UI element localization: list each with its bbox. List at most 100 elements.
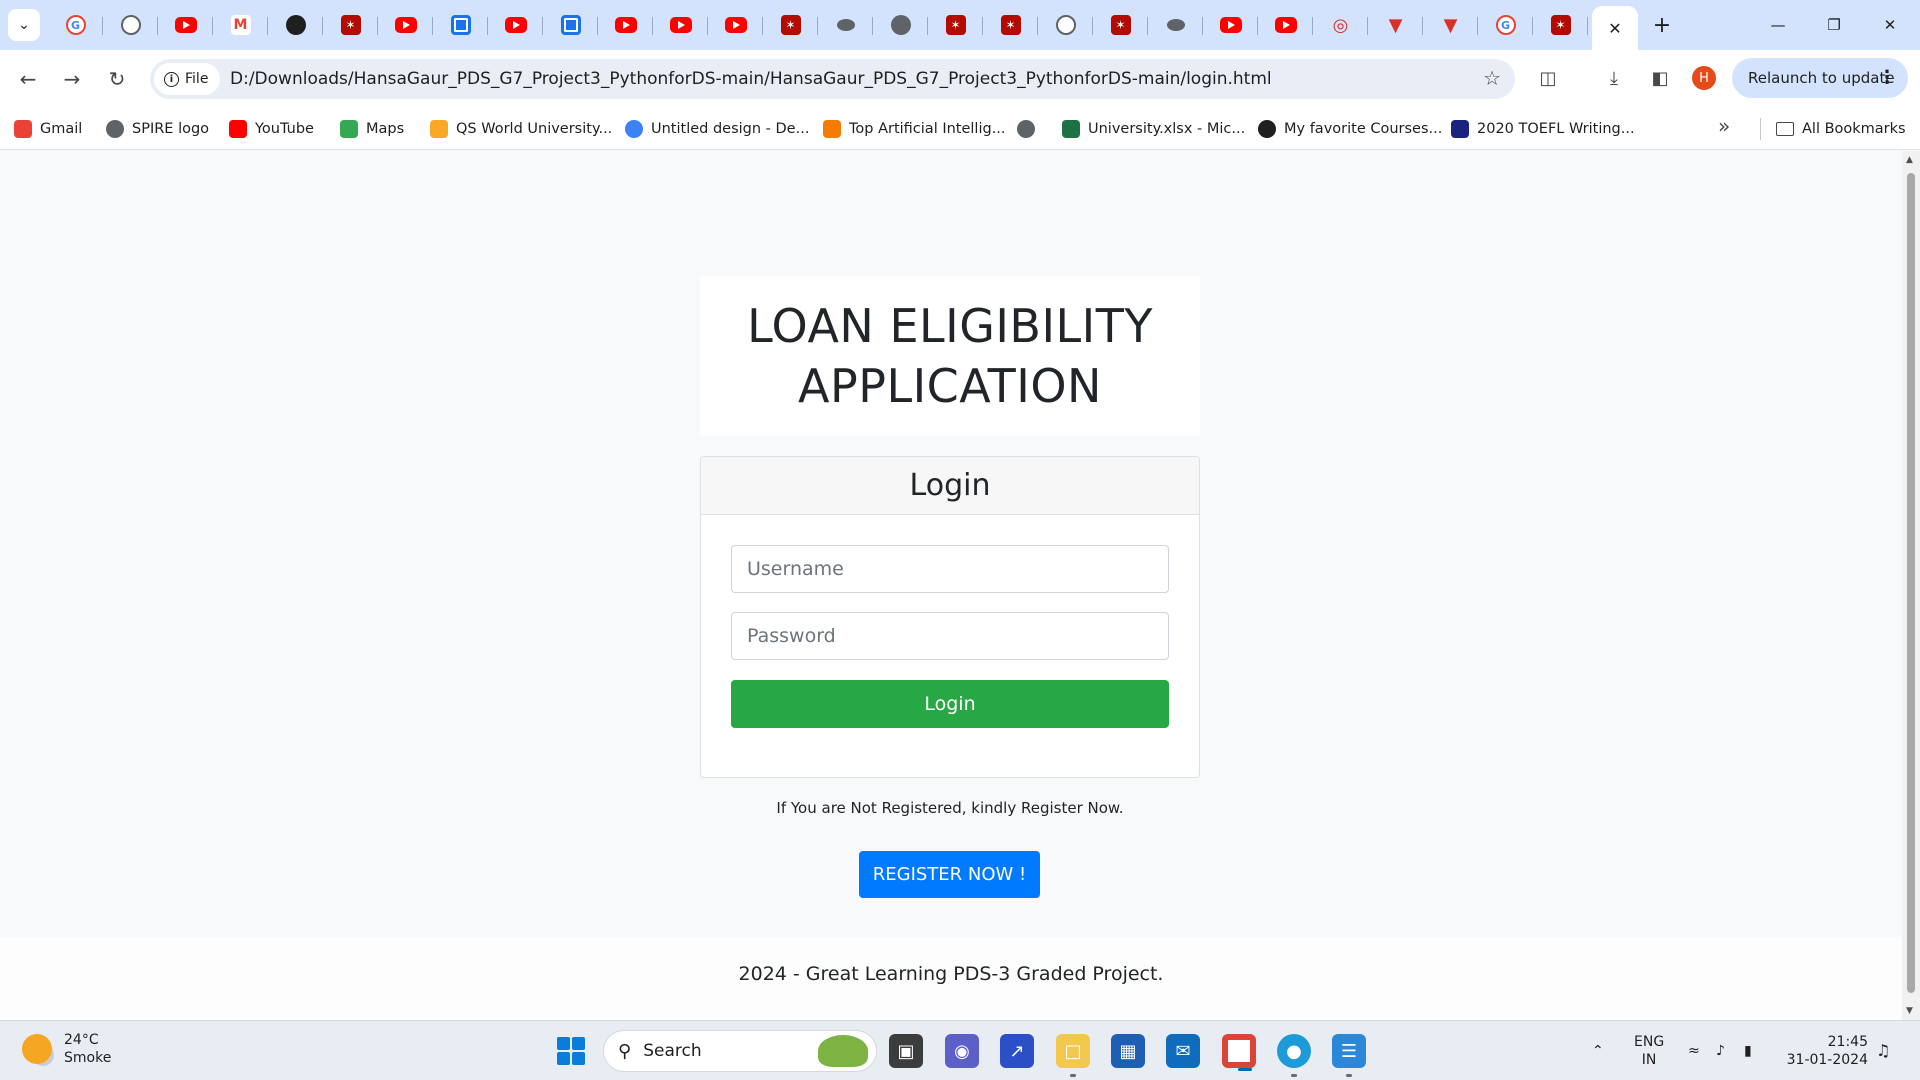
browser-tab[interactable] [378,0,433,50]
show-hidden-icons[interactable]: ⌃ [1592,1021,1604,1080]
tab-search-button[interactable]: ⌄ [8,9,40,41]
browser-tab[interactable]: ▼ [1423,0,1478,50]
bookmark-item[interactable]: QS World University... [430,119,612,139]
browser-tab[interactable] [1038,0,1093,50]
browser-tab[interactable] [323,0,378,50]
ai-icon [1055,15,1076,35]
site-info-chip[interactable]: i File [154,63,220,95]
browser-tab[interactable] [1258,0,1313,50]
notification-bell-icon[interactable]: ♫ [1876,1041,1890,1060]
restore-button[interactable]: ❐ [1806,0,1862,50]
browser-tab[interactable] [653,0,708,50]
file-explorer-icon[interactable]: □ [1056,1034,1090,1077]
task-view-icon[interactable]: ▣ [889,1034,923,1068]
browser-tab[interactable] [983,0,1038,50]
browser-tab[interactable] [1148,0,1203,50]
login-button[interactable]: Login [731,680,1169,728]
edge-icon[interactable]: ● [1277,1034,1311,1077]
browser-tab[interactable]: ◎ [1313,0,1368,50]
bookmark-item[interactable]: SPIRE logo [106,119,209,139]
address-bar[interactable]: i File D:/Downloads/HansaGaur_PDS_G7_Pro… [150,59,1515,99]
bookmark-item[interactable]: Gmail [14,119,82,139]
bookmark-item[interactable]: Maps [340,119,404,139]
browser-tab[interactable] [158,0,213,50]
bookmark-item[interactable]: My favorite Courses... [1258,119,1442,139]
download-icon[interactable]: ⤓ [1600,64,1628,92]
back-button[interactable]: ← [12,63,44,95]
browser-tab[interactable]: M [213,0,268,50]
weather-widget[interactable]: 24°C Smoke [22,1031,111,1067]
active-tab-close-button[interactable]: ✕ [1592,6,1638,50]
scrollbar-thumb[interactable] [1907,173,1915,993]
browser-tab[interactable] [818,0,873,50]
bookmark-item[interactable] [1017,119,1043,139]
microsoft-store-icon[interactable]: ▦ [1111,1034,1145,1068]
windows-taskbar: 24°C Smoke ⚲ Search ▣ ◉ ↗ □ ▦ ✉ ● ☰ ⌃ EN… [0,1020,1920,1080]
browser-tab[interactable] [543,0,598,50]
browser-tab[interactable] [268,0,323,50]
browser-tab[interactable] [103,0,158,50]
browser-tab[interactable] [433,0,488,50]
all-bookmarks-button[interactable]: All Bookmarks [1776,119,1906,139]
browser-tab[interactable] [598,0,653,50]
arrow-right-icon: → [63,67,81,91]
gmail-icon [14,120,32,138]
wifi-icon[interactable]: ≈ [1688,1021,1700,1080]
doc-icon [450,15,471,35]
browser-tab[interactable]: G [1478,0,1533,50]
battery-icon[interactable]: ▮ [1744,1021,1752,1080]
browser-tab[interactable]: G [48,0,103,50]
system-clock[interactable]: 21:45 31-01-2024 [1786,1033,1868,1069]
restore-icon: ❐ [1827,16,1841,34]
weather-sun-icon [22,1034,52,1064]
taskbar-search-box[interactable]: ⚲ Search [603,1030,877,1072]
mail-icon[interactable]: ✉ [1166,1034,1200,1068]
language-indicator[interactable]: ENG IN [1634,1033,1664,1069]
url-text[interactable]: D:/Downloads/HansaGaur_PDS_G7_Project3_P… [230,69,1272,89]
browser-tab[interactable] [488,0,543,50]
reload-button[interactable]: ↻ [101,63,133,95]
windows-start-icon[interactable] [557,1037,585,1065]
bookmark-item[interactable]: 2020 TOEFL Writing... [1451,119,1635,139]
profile-avatar[interactable]: H [1692,66,1716,90]
close-icon: ✕ [1608,18,1622,38]
chevron-up-icon: ⌃ [1592,1043,1604,1059]
browser-tab[interactable] [708,0,763,50]
bookmark-star-icon[interactable]: ☆ [1483,66,1501,90]
register-now-button[interactable]: REGISTER NOW ! [859,851,1040,898]
browser-tab[interactable] [1533,0,1588,50]
browser-tab[interactable] [1203,0,1258,50]
browser-tab[interactable] [763,0,818,50]
bookmark-item[interactable]: Untitled design - De... [625,119,809,139]
browser-tab[interactable]: ▼ [1368,0,1423,50]
relaunch-to-update-button[interactable]: Relaunch to update ⋮ [1732,58,1908,98]
new-tab-button[interactable]: + [1650,13,1674,38]
bookmarks-overflow-icon[interactable]: » [1718,114,1730,138]
browser-tab[interactable] [1093,0,1148,50]
page-scrollbar[interactable]: ▲ ▼ [1902,151,1920,1020]
scroll-down-icon[interactable]: ▼ [1906,1006,1913,1016]
whiteboard-icon[interactable]: ↗ [1000,1034,1034,1068]
side-panel-icon[interactable]: ◧ [1646,64,1674,92]
minimize-button[interactable]: — [1750,0,1806,50]
chrome-icon[interactable] [1222,1034,1256,1071]
close-window-button[interactable]: ✕ [1862,0,1918,50]
notepad-icon[interactable]: ☰ [1332,1034,1366,1077]
page-footer: 2024 - Great Learning PDS-3 Graded Proje… [0,937,1902,1020]
teams-chat-icon[interactable]: ◉ [945,1034,979,1068]
bookmark-item[interactable]: University.xlsx - Mic... [1062,119,1245,139]
password-input[interactable] [731,612,1169,660]
extensions-icon[interactable]: ◫ [1534,64,1562,92]
youtube-icon [1274,17,1297,33]
bookmark-label: University.xlsx - Mic... [1088,121,1246,137]
scroll-up-icon[interactable]: ▲ [1906,155,1913,165]
forward-button[interactable]: → [56,63,88,95]
language-code: ENG [1634,1034,1665,1050]
pdf-icon [780,15,801,35]
bookmark-item[interactable]: YouTube [229,119,314,139]
browser-tab[interactable] [928,0,983,50]
browser-tab[interactable] [873,0,928,50]
bookmark-item[interactable]: Top Artificial Intellig... [823,119,1006,139]
volume-icon[interactable]: ♪ [1716,1021,1725,1080]
username-input[interactable] [731,545,1169,593]
